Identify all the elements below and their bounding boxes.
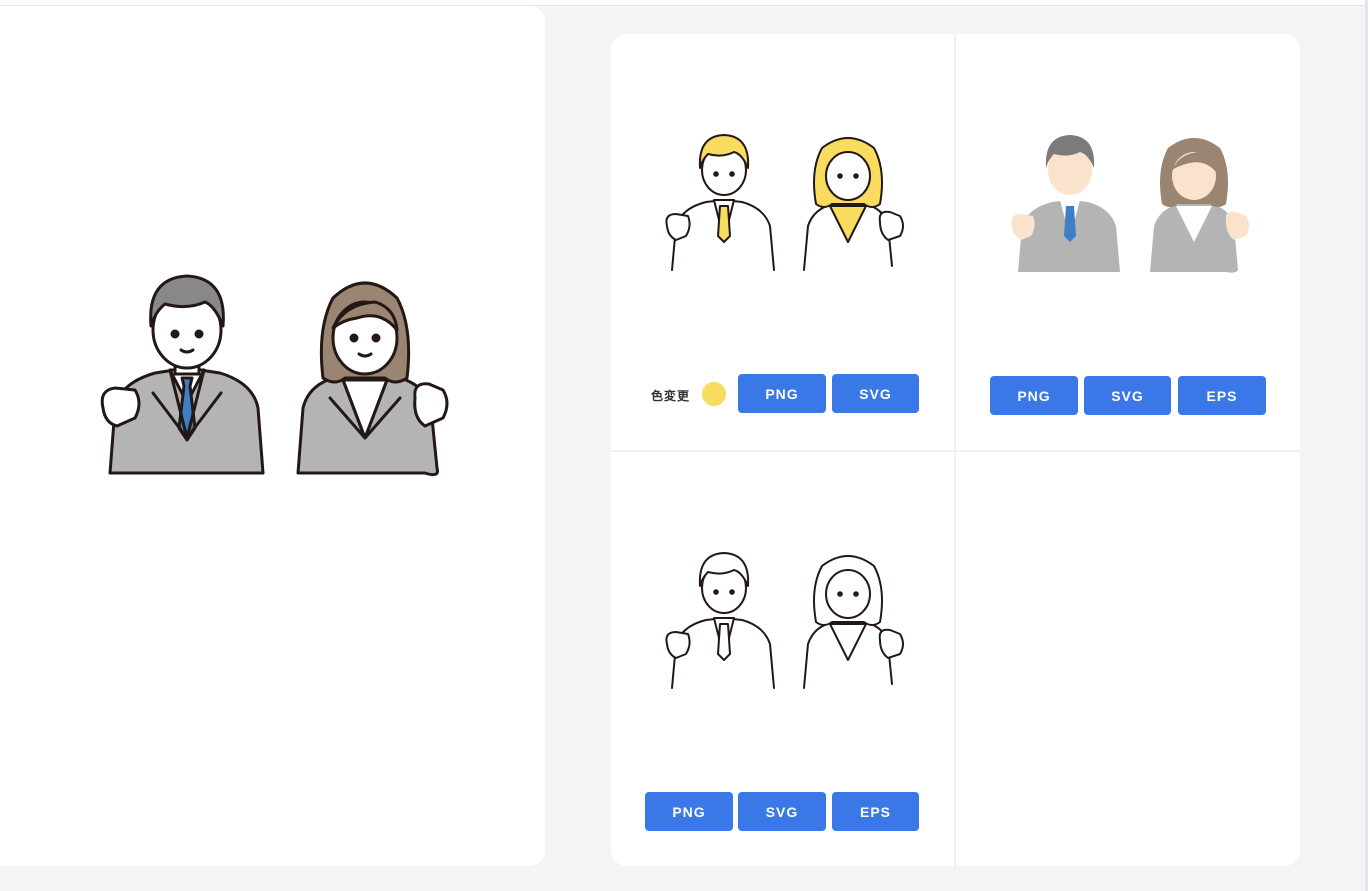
download-png-button[interactable]: PNG [990, 376, 1078, 415]
download-svg-button[interactable]: SVG [1084, 376, 1171, 415]
variant-illustration-line [665, 552, 904, 689]
variant-card-flat-color: PNG SVG EPS [956, 34, 1300, 450]
preview-panel [0, 6, 545, 866]
variants-grid: 色変更 PNG SVG PNG SVG EPS PNG SVG EPS [611, 34, 1300, 866]
variant-illustration-yellow [665, 134, 904, 271]
color-swatch-yellow[interactable] [702, 382, 726, 406]
download-png-button[interactable]: PNG [645, 792, 733, 831]
variant-card-color-line: 色変更 PNG SVG [611, 34, 954, 450]
preview-illustration [100, 274, 449, 477]
variant-card-line-only: PNG SVG EPS [611, 452, 954, 866]
download-svg-button[interactable]: SVG [832, 374, 919, 413]
color-change-label: 色変更 [651, 389, 691, 403]
download-eps-button[interactable]: EPS [832, 792, 919, 831]
variant-card-empty [956, 452, 1300, 866]
download-svg-button[interactable]: SVG [738, 792, 826, 831]
download-png-button[interactable]: PNG [738, 374, 826, 413]
variant-illustration-flat [1011, 135, 1249, 273]
download-eps-button[interactable]: EPS [1178, 376, 1266, 415]
